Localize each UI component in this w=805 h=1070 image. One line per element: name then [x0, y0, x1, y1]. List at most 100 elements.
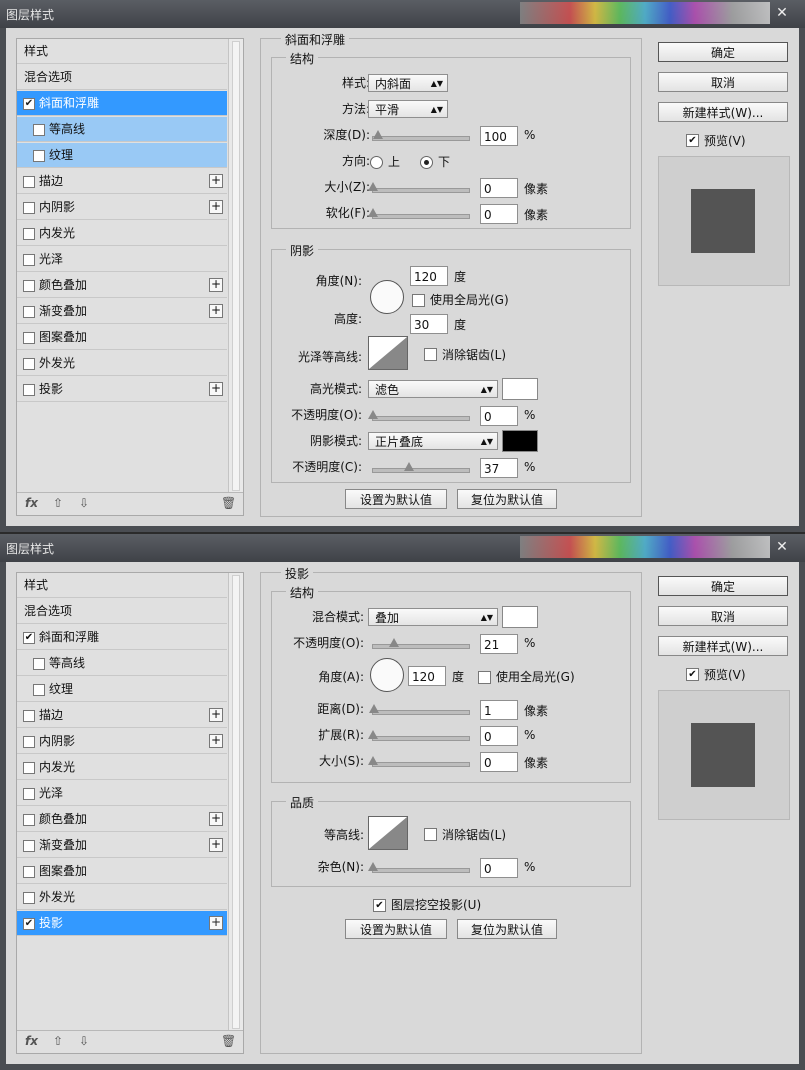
checkbox[interactable] [23, 892, 35, 904]
depth-slider[interactable] [372, 130, 470, 141]
close-icon[interactable]: ✕ [769, 4, 795, 22]
checkbox[interactable] [23, 254, 35, 266]
gloss-contour-picker[interactable] [368, 336, 408, 370]
new-style-button[interactable]: 新建样式(W)... [658, 636, 788, 656]
highlight-opacity-slider[interactable] [368, 410, 470, 421]
checkbox[interactable]: ✔ [23, 98, 35, 110]
sidebar-item-contour[interactable]: 等高线 [17, 651, 227, 676]
spread-input[interactable]: 0 [480, 726, 518, 746]
add-icon[interactable]: + [209, 382, 223, 396]
size-slider[interactable] [368, 756, 470, 767]
checkbox[interactable] [33, 658, 45, 670]
add-icon[interactable]: + [209, 200, 223, 214]
cancel-button[interactable]: 取消 [658, 606, 788, 626]
move-down-icon[interactable]: ⇩ [79, 1034, 89, 1048]
sidebar-item-contour[interactable]: 等高线 [17, 117, 227, 142]
sidebar-item-bevel-emboss[interactable]: ✔ 斜面和浮雕 [17, 625, 227, 650]
antialias-checkbox[interactable] [424, 348, 437, 361]
distance-slider[interactable] [369, 704, 470, 715]
slider-knob[interactable] [368, 730, 378, 739]
preview-checkbox[interactable]: ✔ [686, 134, 699, 147]
knockout-checkbox[interactable]: ✔ [373, 899, 386, 912]
checkbox[interactable] [33, 684, 45, 696]
checkbox[interactable] [23, 176, 35, 188]
highlight-color-swatch[interactable] [502, 378, 538, 400]
checkbox[interactable] [23, 202, 35, 214]
sidebar-item-inner-glow[interactable]: 内发光 [17, 221, 227, 246]
direction-up-radio[interactable] [370, 156, 383, 169]
slider-knob[interactable] [368, 410, 378, 419]
add-icon[interactable]: + [209, 734, 223, 748]
checkbox[interactable] [23, 840, 35, 852]
sidebar-item-color-overlay[interactable]: 颜色叠加 + [17, 807, 227, 832]
scroll-thumb[interactable] [232, 575, 240, 1029]
opacity-input[interactable]: 21 [480, 634, 518, 654]
fx-icon[interactable]: fx [25, 496, 38, 510]
contour-picker[interactable] [368, 816, 408, 850]
sidebar-item-stroke[interactable]: 描边 + [17, 703, 227, 728]
shadow-color-swatch[interactable] [502, 430, 538, 452]
shadow-color-swatch[interactable] [502, 606, 538, 628]
reset-default-button[interactable]: 复位为默认值 [457, 919, 557, 939]
altitude-input[interactable]: 30 [410, 314, 448, 334]
global-light-checkbox[interactable] [412, 294, 425, 307]
checkbox[interactable]: ✔ [23, 632, 35, 644]
highlight-mode-select[interactable]: 滤色 ▲▼ [368, 380, 498, 398]
sidebar-item-drop-shadow[interactable]: ✔ 投影 + [17, 911, 227, 936]
sidebar-item-styles[interactable]: 样式 [17, 39, 227, 64]
move-down-icon[interactable]: ⇩ [79, 496, 89, 510]
angle-input[interactable]: 120 [410, 266, 448, 286]
blend-mode-select[interactable]: 叠加 ▲▼ [368, 608, 498, 626]
slider-knob[interactable] [404, 462, 415, 471]
noise-slider[interactable] [368, 862, 470, 873]
slider-knob[interactable] [388, 638, 399, 647]
sidebar-item-inner-shadow[interactable]: 内阴影 + [17, 729, 227, 754]
checkbox[interactable] [23, 788, 35, 800]
angle-dial[interactable] [370, 658, 404, 692]
distance-input[interactable]: 1 [480, 700, 518, 720]
checkbox[interactable] [33, 124, 45, 136]
slider-knob[interactable] [368, 862, 378, 871]
sidebar-item-gradient-overlay[interactable]: 渐变叠加 + [17, 833, 227, 858]
sidebar-item-pattern-overlay[interactable]: 图案叠加 [17, 859, 227, 884]
slider-knob[interactable] [372, 130, 383, 139]
add-icon[interactable]: + [209, 708, 223, 722]
slider-knob[interactable] [368, 182, 378, 191]
sidebar-item-texture[interactable]: 纹理 [17, 677, 227, 702]
add-icon[interactable]: + [209, 278, 223, 292]
checkbox[interactable] [23, 384, 35, 396]
scroll-thumb[interactable] [232, 41, 240, 491]
highlight-opacity-input[interactable]: 0 [480, 406, 518, 426]
soften-input[interactable]: 0 [480, 204, 518, 224]
sidebar-item-satin[interactable]: 光泽 [17, 781, 227, 806]
checkbox[interactable]: ✔ [23, 918, 35, 930]
size-input[interactable]: 0 [480, 752, 518, 772]
add-icon[interactable]: + [209, 812, 223, 826]
slider-knob[interactable] [368, 756, 378, 765]
add-icon[interactable]: + [209, 304, 223, 318]
opacity-slider[interactable] [372, 638, 470, 649]
checkbox[interactable] [23, 332, 35, 344]
sidebar-item-drop-shadow[interactable]: 投影 + [17, 377, 227, 402]
antialias-checkbox[interactable] [424, 828, 437, 841]
reset-default-button[interactable]: 复位为默认值 [457, 489, 557, 509]
sidebar-scrollbar[interactable] [228, 573, 243, 1031]
global-light-checkbox[interactable] [478, 671, 491, 684]
soften-slider[interactable] [368, 208, 470, 219]
checkbox[interactable] [23, 280, 35, 292]
cancel-button[interactable]: 取消 [658, 72, 788, 92]
checkbox[interactable] [23, 814, 35, 826]
angle-dial[interactable] [370, 280, 404, 314]
sidebar-item-outer-glow[interactable]: 外发光 [17, 351, 227, 376]
sidebar-item-gradient-overlay[interactable]: 渐变叠加 + [17, 299, 227, 324]
shadow-mode-select[interactable]: 正片叠底 ▲▼ [368, 432, 498, 450]
sidebar-item-outer-glow[interactable]: 外发光 [17, 885, 227, 910]
add-icon[interactable]: + [209, 838, 223, 852]
size-input[interactable]: 0 [480, 178, 518, 198]
close-icon[interactable]: ✕ [769, 538, 795, 556]
trash-icon[interactable]: 🗑 [221, 496, 236, 510]
spread-slider[interactable] [368, 730, 470, 741]
style-select[interactable]: 内斜面 ▲▼ [368, 74, 448, 92]
ok-button[interactable]: 确定 [658, 576, 788, 596]
trash-icon[interactable]: 🗑 [221, 1034, 236, 1048]
